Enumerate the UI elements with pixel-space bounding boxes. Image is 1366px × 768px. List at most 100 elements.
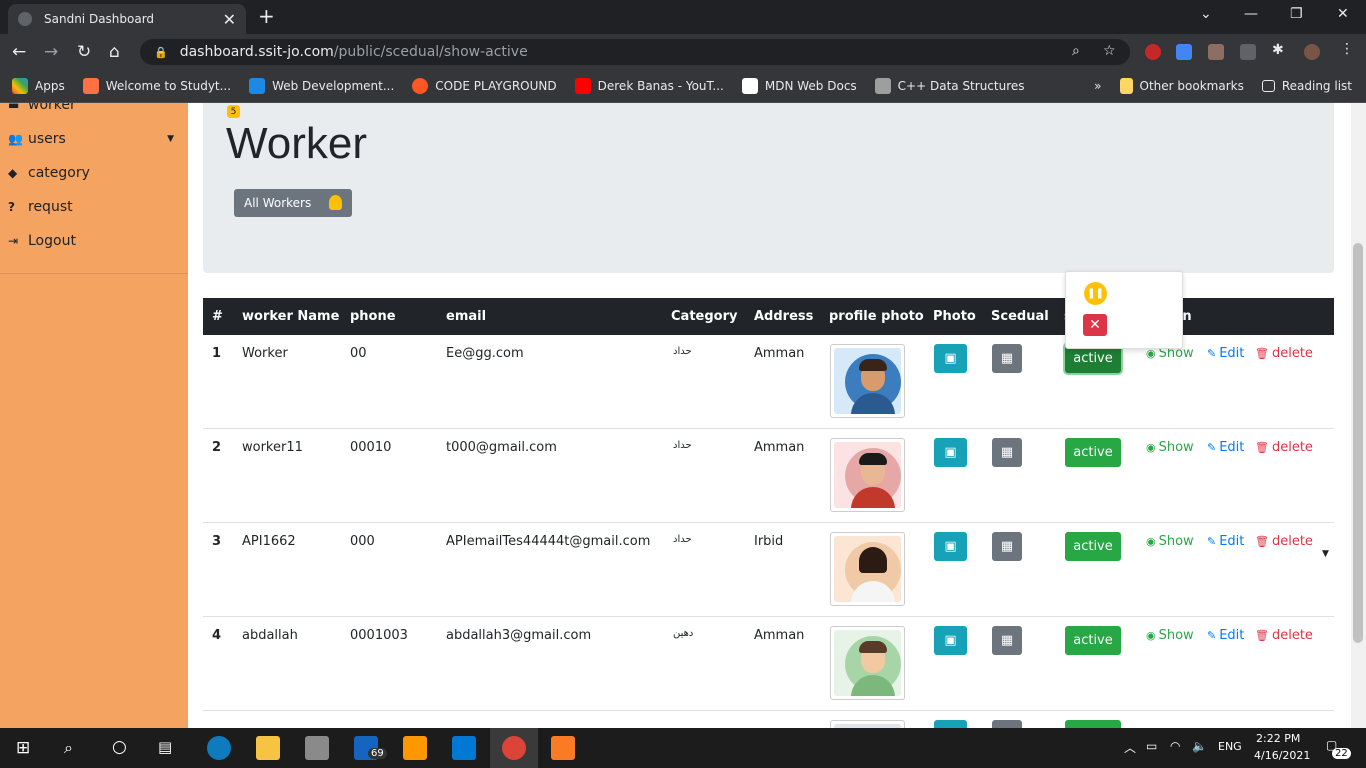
worker-name: Worker bbox=[242, 346, 288, 361]
photo-button[interactable]: ▣ bbox=[934, 344, 967, 373]
xampp-icon[interactable] bbox=[551, 736, 575, 760]
back-icon[interactable]: ← bbox=[12, 42, 26, 62]
bookmarks-overflow-button[interactable]: » bbox=[1094, 79, 1101, 93]
sidebar-item-worker[interactable]: ▬ worker bbox=[8, 103, 76, 113]
close-icon[interactable]: ✕ bbox=[1083, 314, 1107, 336]
extension-record-icon[interactable] bbox=[1145, 44, 1161, 60]
delete-link[interactable]: 🗑 delete bbox=[1255, 628, 1313, 643]
extensions-puzzle-icon[interactable]: ✱ bbox=[1272, 42, 1288, 58]
show-link[interactable]: ◉ Show bbox=[1146, 440, 1194, 455]
status-button[interactable] bbox=[1065, 720, 1121, 728]
minimize-icon[interactable]: — bbox=[1244, 6, 1258, 22]
vscode-icon[interactable] bbox=[452, 736, 476, 760]
sublime-icon[interactable] bbox=[403, 736, 427, 760]
schedule-button[interactable]: ▦ bbox=[992, 438, 1022, 467]
clock-time[interactable]: 2:22 PM bbox=[1256, 732, 1300, 745]
reading-list[interactable]: Reading list bbox=[1261, 79, 1352, 93]
profile-menu-icon[interactable]: ⌄ bbox=[1200, 6, 1212, 22]
windows-start-icon[interactable]: ⊞ bbox=[16, 738, 30, 758]
schedule-button[interactable]: ▦ bbox=[992, 626, 1022, 655]
delete-link[interactable]: 🗑 delete bbox=[1255, 534, 1313, 549]
photo-button[interactable] bbox=[934, 720, 967, 728]
clock-date[interactable]: 4/16/2021 bbox=[1254, 749, 1310, 762]
tray-up-icon[interactable]: ︿ bbox=[1124, 739, 1136, 756]
delete-link[interactable]: 🗑 delete bbox=[1255, 440, 1313, 455]
sidebar-item-category[interactable]: ◆ category bbox=[8, 165, 90, 181]
other-bookmarks[interactable]: Other bookmarks bbox=[1119, 78, 1244, 94]
new-tab-icon[interactable]: + bbox=[258, 4, 275, 28]
photo-button[interactable]: ▣ bbox=[934, 532, 967, 561]
profile-photo[interactable] bbox=[830, 532, 905, 606]
bookmark-derek-banas[interactable]: Derek Banas - YouT... bbox=[574, 78, 724, 94]
file-explorer-icon[interactable] bbox=[256, 736, 280, 760]
col-profile-photo: profile photo bbox=[829, 309, 924, 324]
profile-photo[interactable] bbox=[830, 720, 905, 728]
show-link[interactable]: ◉ Show bbox=[1146, 628, 1194, 643]
sidebar-item-users[interactable]: 👥 users ▼ bbox=[8, 131, 178, 147]
bookmark-apps[interactable]: Apps bbox=[12, 78, 65, 94]
schedule-button[interactable]: ▦ bbox=[992, 344, 1022, 373]
forward-icon[interactable]: → bbox=[44, 42, 58, 62]
profile-photo[interactable] bbox=[830, 438, 905, 512]
chrome-icon[interactable] bbox=[502, 736, 526, 760]
show-link[interactable]: ◉ Show bbox=[1146, 534, 1194, 549]
task-view-icon[interactable]: ▤ bbox=[158, 738, 172, 756]
profile-photo[interactable] bbox=[830, 344, 905, 418]
edit-link[interactable]: ✎ Edit bbox=[1207, 628, 1244, 643]
browser-tab[interactable]: Sandni Dashboard ✕ bbox=[8, 4, 246, 34]
avatar bbox=[834, 630, 901, 696]
translate-icon[interactable] bbox=[1176, 44, 1192, 60]
status-button[interactable]: active bbox=[1065, 438, 1121, 467]
lock-icon: 🔒 bbox=[154, 45, 168, 59]
restore-icon[interactable]: ❐ bbox=[1290, 6, 1303, 22]
close-window-icon[interactable]: ✕ bbox=[1337, 6, 1349, 22]
page-scrollbar[interactable] bbox=[1351, 103, 1366, 728]
extension-recycle-icon[interactable] bbox=[1240, 44, 1256, 60]
volume-icon[interactable]: 🔈 bbox=[1192, 739, 1207, 753]
sidebar-item-logout[interactable]: ⇥ Logout bbox=[8, 233, 76, 249]
bookmark-star-icon[interactable]: ☆ bbox=[1103, 43, 1116, 59]
schedule-button[interactable] bbox=[992, 720, 1022, 728]
bookmark-cpp[interactable]: C++ Data Structures bbox=[874, 78, 1025, 94]
bookmark-mdn[interactable]: MDN Web Docs bbox=[741, 78, 857, 94]
schedule-button[interactable]: ▦ bbox=[992, 532, 1022, 561]
sidebar-item-requst[interactable]: ? requst bbox=[8, 199, 73, 215]
photo-button[interactable]: ▣ bbox=[934, 438, 967, 467]
worker-phone: 00010 bbox=[350, 440, 392, 455]
menu-dots-icon[interactable]: ⋮ bbox=[1340, 41, 1356, 57]
avatar[interactable] bbox=[1304, 44, 1320, 60]
avatar-hair bbox=[859, 453, 887, 465]
status-button[interactable]: active bbox=[1065, 626, 1121, 655]
all-workers-button[interactable]: All Workers bbox=[234, 189, 352, 217]
worker-address: Amman bbox=[754, 628, 805, 643]
avatar-hair bbox=[859, 641, 887, 653]
edit-link[interactable]: ✎ Edit bbox=[1207, 346, 1244, 361]
table-row: 4 abdallah 0001003 abdallah3@gmail.com د… bbox=[203, 617, 1334, 711]
bookmark-web-development[interactable]: Web Development... bbox=[249, 78, 394, 94]
url-field[interactable]: 🔒 dashboard.ssit-jo.com /public/scedual/… bbox=[140, 39, 1130, 65]
cortana-icon[interactable]: ○ bbox=[112, 737, 127, 757]
extension-pen-icon[interactable] bbox=[1208, 44, 1224, 60]
pause-icon[interactable]: ❚❚ bbox=[1084, 282, 1107, 305]
edge-icon[interactable] bbox=[207, 736, 231, 760]
edit-link[interactable]: ✎ Edit bbox=[1207, 534, 1244, 549]
wifi-icon[interactable]: ◠ bbox=[1170, 739, 1180, 753]
home-icon[interactable]: ⌂ bbox=[109, 42, 120, 62]
store-icon[interactable] bbox=[305, 736, 329, 760]
edit-icon: ✎ bbox=[1207, 629, 1217, 642]
status-button[interactable]: active bbox=[1065, 532, 1121, 561]
edit-link[interactable]: ✎ Edit bbox=[1207, 440, 1244, 455]
calendar-icon: ▦ bbox=[1000, 539, 1014, 554]
zoom-icon[interactable]: ⌕ bbox=[1072, 43, 1080, 59]
photo-button[interactable]: ▣ bbox=[934, 626, 967, 655]
bookmark-studyt[interactable]: Welcome to Studyt... bbox=[82, 78, 231, 94]
close-tab-icon[interactable]: ✕ bbox=[223, 10, 236, 29]
profile-photo[interactable] bbox=[830, 626, 905, 700]
scrollbar-thumb[interactable] bbox=[1353, 243, 1363, 643]
language-indicator[interactable]: ENG bbox=[1218, 740, 1242, 753]
worker-category: حداد bbox=[673, 534, 692, 545]
reload-icon[interactable]: ↻ bbox=[77, 42, 91, 62]
bookmark-code-playground[interactable]: CODE PLAYGROUND bbox=[412, 78, 557, 94]
search-icon[interactable]: ⌕ bbox=[64, 738, 73, 758]
delete-link[interactable]: 🗑 delete bbox=[1255, 346, 1313, 361]
